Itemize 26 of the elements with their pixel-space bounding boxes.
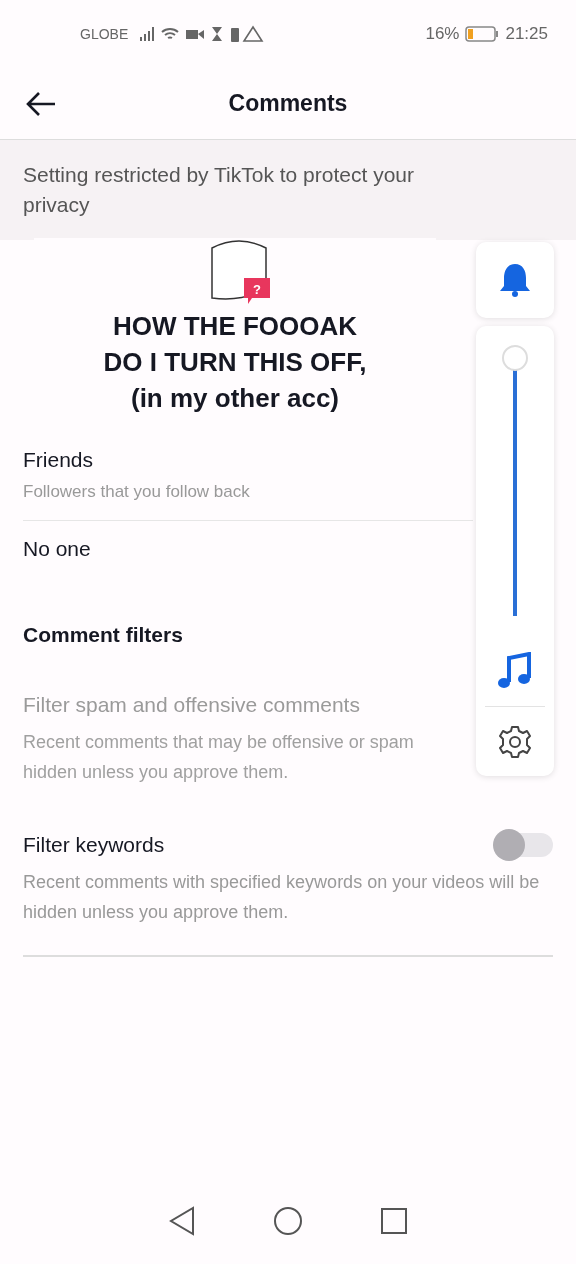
recents-nav-icon[interactable] — [379, 1207, 408, 1235]
caption-text: HOW THE FOOOAK — [112, 310, 358, 343]
back-arrow-icon[interactable] — [25, 90, 57, 118]
settings-icon[interactable] — [498, 725, 532, 759]
bell-icon[interactable] — [498, 262, 532, 298]
status-time: 21:25 — [505, 24, 548, 44]
setting-description: Recent comments with specified keywords on your videos will be hidden unless you approve them. — [23, 871, 541, 924]
back-nav-icon[interactable] — [168, 1206, 197, 1236]
notification-card[interactable] — [476, 242, 554, 318]
setting-label: Filter spam and offensive comments — [23, 693, 360, 717]
volume-slider[interactable] — [502, 344, 528, 618]
restriction-notice: Setting restricted by TikTok to protect your privacy — [0, 140, 576, 240]
caption-text: (in my other acc) — [130, 382, 340, 415]
section-heading: Comment filters — [23, 623, 184, 647]
carrier-name: GLOBE — [80, 26, 129, 42]
setting-description: Recent comments that may be offensive or spam — [23, 731, 415, 754]
option-description: Followers that you follow back — [23, 482, 250, 502]
option-label[interactable]: No one — [23, 537, 91, 561]
setting-label: Filter keywords — [23, 833, 165, 857]
battery-percent: 16% — [425, 24, 460, 44]
page-title: Comments — [228, 90, 348, 117]
caption-text: DO I TURN THIS OFF, — [103, 346, 367, 379]
home-nav-icon[interactable] — [273, 1206, 303, 1236]
setting-description: hidden unless you approve them. — [23, 761, 290, 784]
battery-icon — [465, 26, 500, 42]
option-label[interactable]: Friends — [23, 448, 94, 472]
